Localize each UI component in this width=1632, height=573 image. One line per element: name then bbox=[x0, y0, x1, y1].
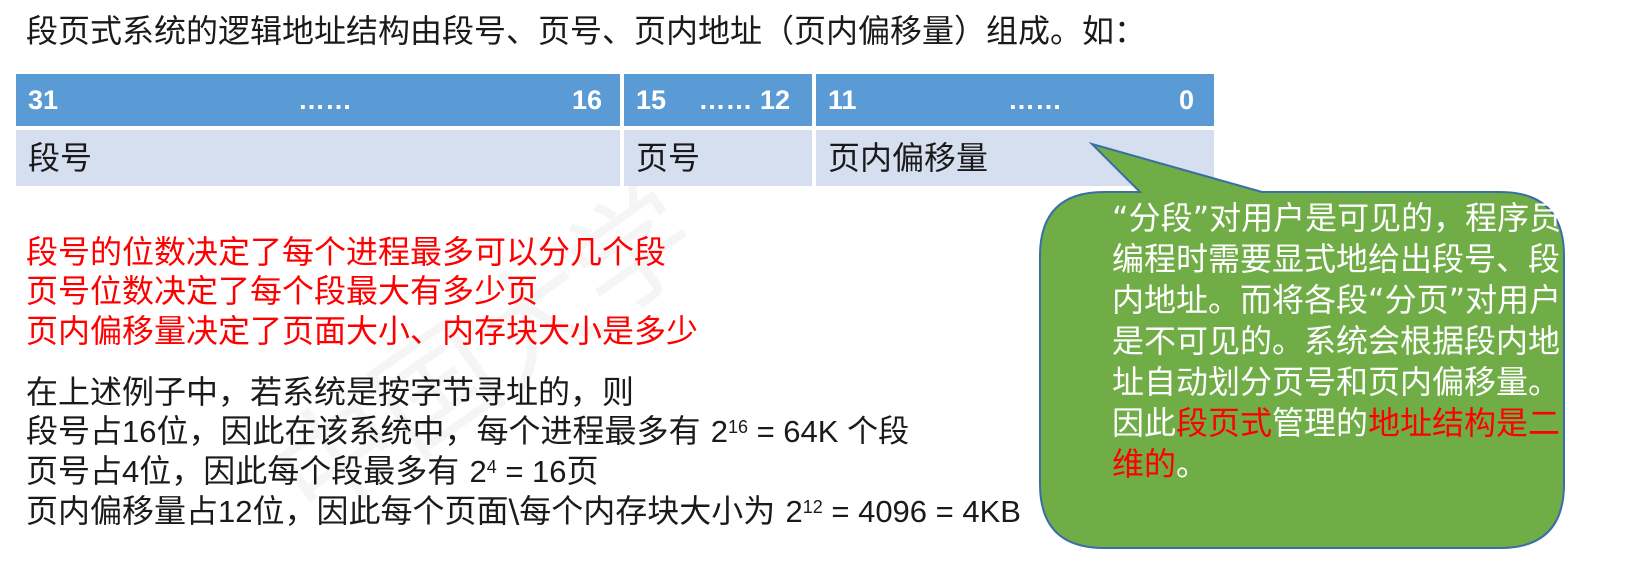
callout-highlight-scheme: 段页式 bbox=[1176, 404, 1273, 442]
callout-paragraph-1: “分段”对用户是可见的，程序员编程时需要显式地给出段号、段内地址。而将各段“分页… bbox=[1112, 199, 1562, 401]
callout-text: “分段”对用户是可见的，程序员编程时需要显式地给出段号、段内地址。而将各段“分页… bbox=[1112, 198, 1582, 485]
callout-paragraph-2: 因此段页式管理的地址结构是二维的。 bbox=[1112, 404, 1561, 483]
